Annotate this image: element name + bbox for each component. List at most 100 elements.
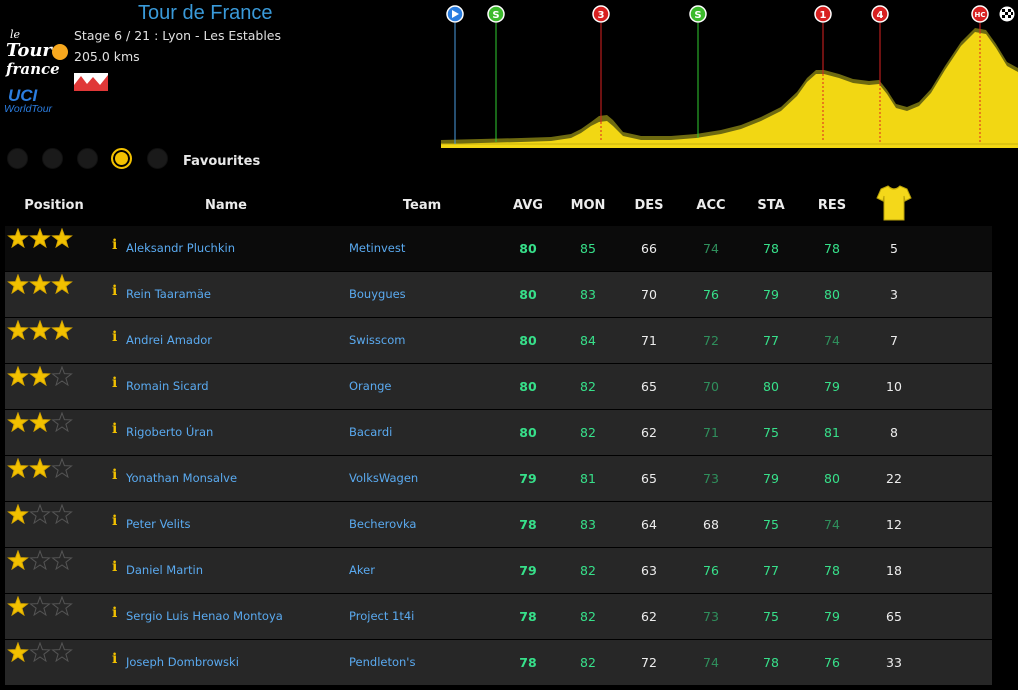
stat-acc: 76 bbox=[703, 563, 719, 578]
rider-info-icon[interactable]: i bbox=[112, 605, 117, 621]
stat-mon: 84 bbox=[580, 333, 596, 348]
stat-avg: 80 bbox=[519, 287, 537, 302]
column-header-des[interactable]: DES bbox=[629, 198, 669, 213]
filter-option-2[interactable] bbox=[42, 148, 63, 169]
table-row[interactable]: i Rigoberto Úran Bacardi 80 82 62 71 75 81 8 bbox=[5, 410, 992, 455]
stat-acc: 73 bbox=[703, 471, 719, 486]
rider-info-icon[interactable]: i bbox=[112, 513, 117, 529]
team-name-link[interactable]: Metinvest bbox=[349, 241, 405, 255]
rider-info-icon[interactable]: i bbox=[112, 421, 117, 437]
svg-text:1: 1 bbox=[820, 10, 827, 21]
svg-text:4: 4 bbox=[877, 10, 884, 21]
table-row[interactable]: i Yonathan Monsalve VolksWagen 79 81 65 73 79 80… bbox=[5, 456, 992, 501]
team-name-link[interactable]: Project 1t4i bbox=[349, 609, 414, 623]
rider-name-link[interactable]: Joseph Dombrowski bbox=[126, 655, 239, 669]
stat-res: 74 bbox=[824, 517, 840, 532]
overall-rank: 5 bbox=[890, 241, 898, 256]
climb-cat4-marker-icon: 4 bbox=[871, 5, 889, 23]
stat-res: 74 bbox=[824, 333, 840, 348]
rider-name-link[interactable]: Peter Velits bbox=[126, 517, 191, 531]
stat-sta: 77 bbox=[763, 333, 779, 348]
stat-sta: 79 bbox=[763, 471, 779, 486]
rider-info-icon[interactable]: i bbox=[112, 559, 117, 575]
team-name-link[interactable]: VolksWagen bbox=[349, 471, 418, 485]
yellow-jersey-icon[interactable] bbox=[876, 184, 912, 222]
stat-acc: 76 bbox=[703, 287, 719, 302]
stat-des: 62 bbox=[641, 609, 657, 624]
rider-info-icon[interactable]: i bbox=[112, 651, 117, 667]
rider-name-link[interactable]: Sergio Luis Henao Montoya bbox=[126, 609, 283, 623]
team-name-link[interactable]: Swisscom bbox=[349, 333, 405, 347]
rider-name-link[interactable]: Daniel Martin bbox=[126, 563, 203, 577]
stat-sta: 78 bbox=[763, 241, 779, 256]
table-row[interactable]: i Rein Taaramäe Bouygues 80 83 70 76 79 80 3 bbox=[5, 272, 992, 317]
rating-stars-icon bbox=[7, 642, 73, 662]
team-name-link[interactable]: Orange bbox=[349, 379, 392, 393]
column-header-position[interactable]: Position bbox=[14, 198, 94, 213]
team-name-link[interactable]: Bacardi bbox=[349, 425, 392, 439]
column-header-avg[interactable]: AVG bbox=[508, 198, 548, 213]
filter-option-favourites[interactable] bbox=[111, 148, 132, 169]
column-header-acc[interactable]: ACC bbox=[691, 198, 731, 213]
rider-info-icon[interactable]: i bbox=[112, 467, 117, 483]
column-header-team[interactable]: Team bbox=[382, 198, 462, 213]
filter-option-5[interactable] bbox=[147, 148, 168, 169]
rider-name-link[interactable]: Yonathan Monsalve bbox=[126, 471, 237, 485]
svg-text:S: S bbox=[492, 10, 499, 21]
column-header-sta[interactable]: STA bbox=[751, 198, 791, 213]
column-header-mon[interactable]: MON bbox=[568, 198, 608, 213]
rating-stars-icon bbox=[7, 228, 73, 248]
start-marker-icon bbox=[446, 5, 464, 23]
rider-info-icon[interactable]: i bbox=[112, 329, 117, 345]
table-row[interactable]: i Romain Sicard Orange 80 82 65 70 80 79 10 bbox=[5, 364, 992, 409]
stat-des: 65 bbox=[641, 471, 657, 486]
stat-acc: 73 bbox=[703, 609, 719, 624]
table-row[interactable]: i Daniel Martin Aker 79 82 63 76 77 78 18 bbox=[5, 548, 992, 593]
sprint-marker-icon: S bbox=[689, 5, 707, 23]
overall-rank: 65 bbox=[886, 609, 902, 624]
rider-info-icon[interactable]: i bbox=[112, 283, 117, 299]
rider-name-link[interactable]: Romain Sicard bbox=[126, 379, 209, 393]
filter-option-1[interactable] bbox=[7, 148, 28, 169]
stat-des: 64 bbox=[641, 517, 657, 532]
stat-mon: 85 bbox=[580, 241, 596, 256]
filter-option-3[interactable] bbox=[77, 148, 98, 169]
team-name-link[interactable]: Aker bbox=[349, 563, 375, 577]
stat-res: 78 bbox=[824, 563, 840, 578]
overall-rank: 33 bbox=[886, 655, 902, 670]
stat-des: 66 bbox=[641, 241, 657, 256]
rider-name-link[interactable]: Aleksandr Pluchkin bbox=[126, 241, 235, 255]
table-row[interactable]: i Joseph Dombrowski Pendleton's 78 82 72 74 78 7… bbox=[5, 640, 992, 685]
stat-res: 76 bbox=[824, 655, 840, 670]
stat-sta: 79 bbox=[763, 287, 779, 302]
rider-info-icon[interactable]: i bbox=[112, 237, 117, 253]
stat-avg: 78 bbox=[519, 655, 537, 670]
rider-name-link[interactable]: Rein Taaramäe bbox=[126, 287, 211, 301]
filter-label: Favourites bbox=[183, 154, 261, 169]
table-row[interactable]: i Peter Velits Becherovka 78 83 64 68 75 74 12 bbox=[5, 502, 992, 547]
rider-name-link[interactable]: Rigoberto Úran bbox=[126, 425, 213, 439]
stat-acc: 72 bbox=[703, 333, 719, 348]
table-row[interactable]: i Aleksandr Pluchkin Metinvest 80 85 66 74 78 78… bbox=[5, 226, 992, 271]
team-name-link[interactable]: Becherovka bbox=[349, 517, 416, 531]
table-row[interactable]: i Sergio Luis Henao Montoya Project 1t4i 78… bbox=[5, 594, 992, 639]
svg-text:HC: HC bbox=[975, 11, 986, 19]
overall-rank: 18 bbox=[886, 563, 902, 578]
column-header-res[interactable]: RES bbox=[812, 198, 852, 213]
rating-stars-icon bbox=[7, 366, 73, 386]
rider-info-icon[interactable]: i bbox=[112, 375, 117, 391]
stat-acc: 74 bbox=[703, 241, 719, 256]
stat-mon: 82 bbox=[580, 425, 596, 440]
team-name-link[interactable]: Pendleton's bbox=[349, 655, 415, 669]
stat-mon: 82 bbox=[580, 379, 596, 394]
stage-distance: 205.0 kms bbox=[74, 49, 140, 64]
svg-text:france: france bbox=[5, 60, 60, 78]
stat-des: 71 bbox=[641, 333, 657, 348]
column-header-name[interactable]: Name bbox=[186, 198, 266, 213]
team-name-link[interactable]: Bouygues bbox=[349, 287, 406, 301]
rating-stars-icon bbox=[7, 412, 73, 432]
table-row[interactable]: i Andrei Amador Swisscom 80 84 71 72 77 74 7 bbox=[5, 318, 992, 363]
overall-rank: 10 bbox=[886, 379, 902, 394]
rider-name-link[interactable]: Andrei Amador bbox=[126, 333, 212, 347]
stat-mon: 83 bbox=[580, 287, 596, 302]
